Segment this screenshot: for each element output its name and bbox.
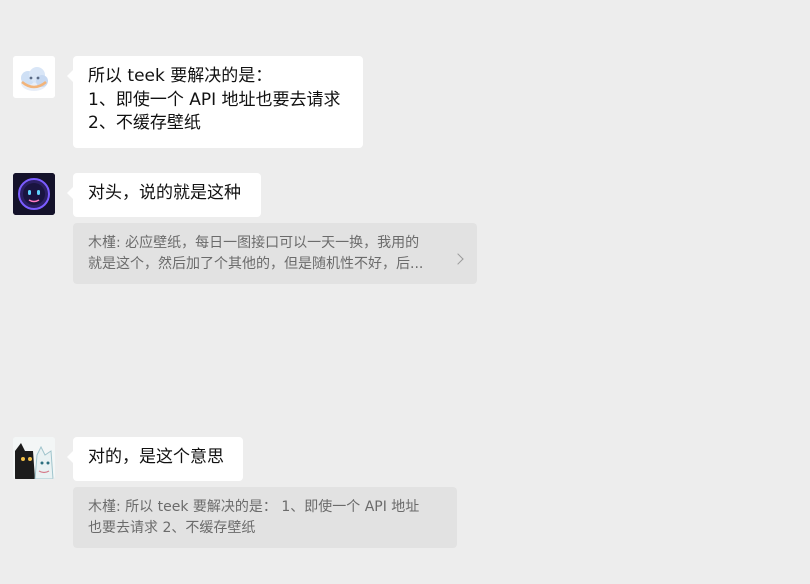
sender-avatar[interactable] [13, 56, 55, 98]
quote-text: 就是这个，然后加了个其他的，但是随机性不好，后... [88, 256, 424, 272]
sender-avatar[interactable] [13, 173, 55, 215]
quoted-reply[interactable]: 木槿: 所以 teek 要解决的是： 1、即使一个 API 地址 也要去请求 2… [73, 487, 457, 548]
quoted-reply[interactable]: 木槿: 必应壁纸，每日一图接口可以一天一换，我用的 就是这个，然后加了个其他的，… [73, 223, 477, 284]
message-bubble[interactable]: 对的，是这个意思 [67, 437, 243, 481]
message-text: 所以 teek 要解决的是： [88, 66, 273, 86]
message-text: 对头，说的就是这种 [88, 183, 241, 203]
cloud-avatar-icon [13, 56, 55, 98]
robot-avatar-icon [13, 173, 55, 215]
message-text: 对的，是这个意思 [88, 447, 224, 467]
quote-text: 木槿: 必应壁纸，每日一图接口可以一天一换，我用的 [88, 235, 420, 251]
sender-avatar[interactable] [13, 437, 55, 479]
message-bubble[interactable]: 对头，说的就是这种 [67, 173, 261, 217]
cat-avatar-icon [13, 437, 55, 479]
message-text: 1、即使一个 API 地址也要去请求 [88, 89, 341, 110]
quote-text: 木槿: 所以 teek 要解决的是： 1、即使一个 API 地址 [88, 499, 420, 515]
quote-text: 也要去请求 2、不缓存壁纸 [88, 520, 256, 536]
message-text: 2、不缓存壁纸 [88, 113, 201, 133]
message-bubble[interactable]: 所以 teek 要解决的是： 1、即使一个 API 地址也要去请求 2、不缓存壁… [67, 56, 363, 148]
